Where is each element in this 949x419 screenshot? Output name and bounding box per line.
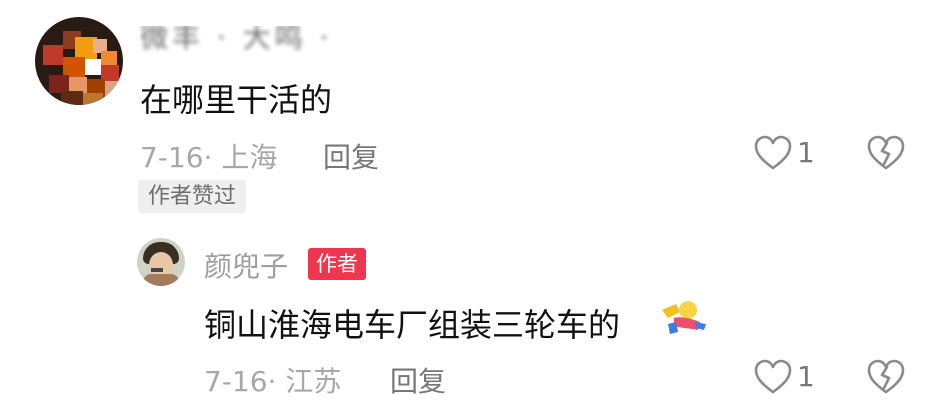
reply-like-button[interactable]	[753, 358, 793, 396]
like-button[interactable]	[753, 134, 793, 172]
reply-button[interactable]: 回复	[323, 136, 379, 176]
author-badge: 作者	[308, 248, 366, 280]
comment-date: 7-16	[140, 141, 204, 174]
reply-text-content: 铜山淮海电车厂组装三轮车的	[204, 306, 621, 344]
like-count: 1	[797, 136, 815, 169]
heart-outline-icon	[754, 359, 792, 394]
author-liked-badge: 作者赞过	[138, 180, 247, 213]
reply-text: 铜山淮海电车厂组装三轮车的	[204, 300, 620, 346]
comment-location: 上海	[221, 141, 278, 174]
avatar[interactable]	[35, 17, 123, 105]
reply-avatar[interactable]	[137, 238, 185, 286]
heart-outline-icon	[754, 135, 792, 170]
broken-heart-icon	[867, 135, 905, 170]
comment-text: 在哪里干活的	[140, 81, 333, 119]
reply-reply-button[interactable]: 回复	[390, 360, 446, 400]
reply-meta: 7-16· 江苏	[204, 365, 342, 398]
reply-date: 7-16	[204, 365, 268, 398]
reply-like-count: 1	[797, 360, 815, 393]
lying-down-emoji-icon	[658, 296, 708, 340]
comment-meta: 7-16· 上海	[140, 141, 278, 174]
reply-location: 江苏	[285, 365, 342, 398]
dislike-button[interactable]	[866, 134, 906, 172]
commenter-username[interactable]: 微丰 · 大鸣 ·	[140, 26, 380, 54]
reply-dislike-button[interactable]	[866, 358, 906, 396]
broken-heart-icon	[867, 359, 905, 394]
reply-username[interactable]: 颜兜子	[204, 245, 288, 285]
